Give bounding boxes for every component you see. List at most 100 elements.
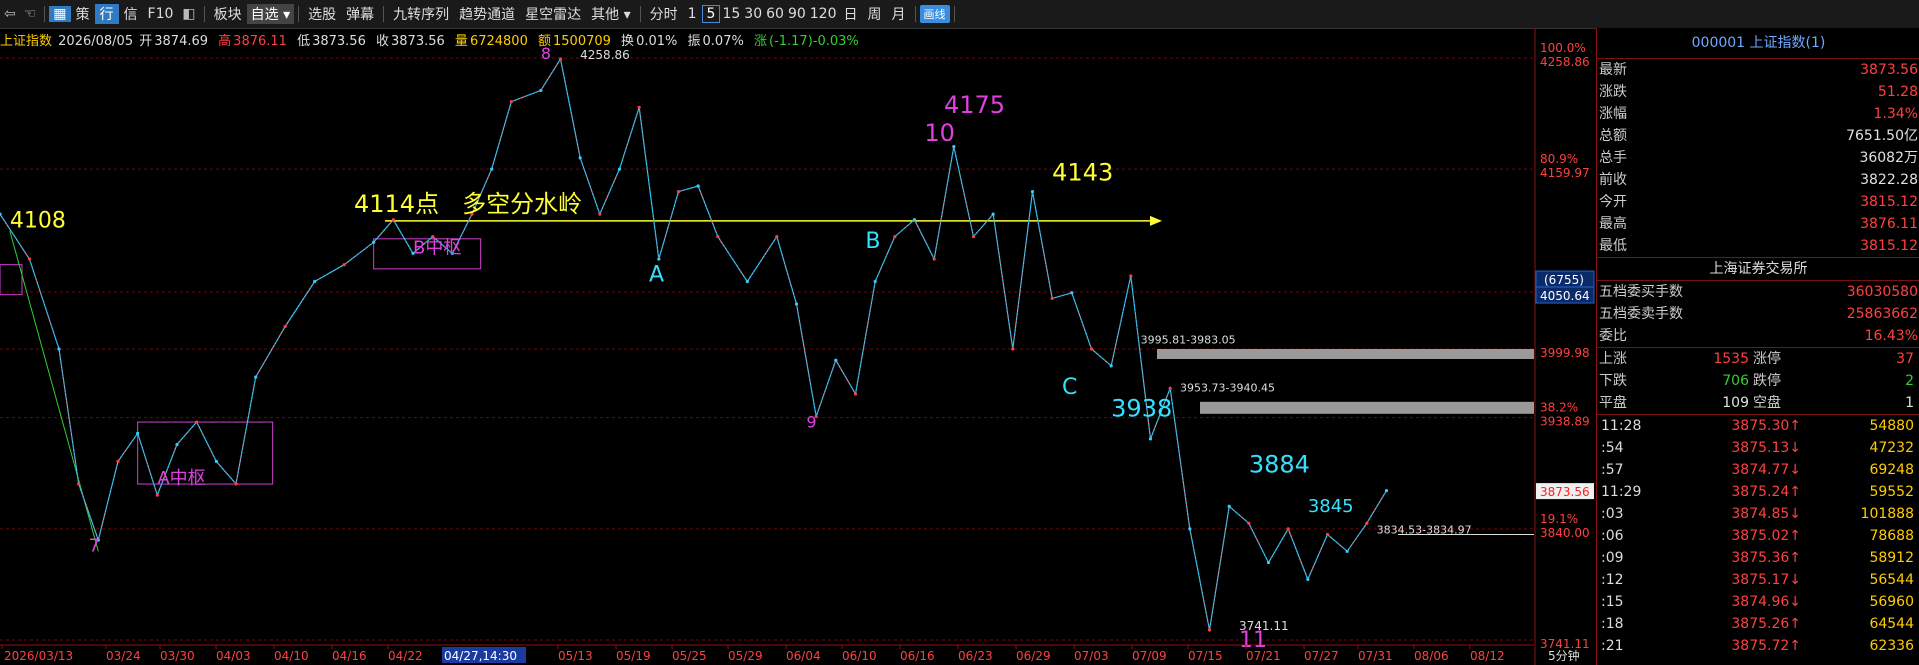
price-chart[interactable]: 4108 7 A中枢 4114点 多空分水岭B中枢 8 4258.86 A 9 B 417510 41… xyxy=(0,28,1596,665)
tick-row: :15 3874.96↓ 56960 xyxy=(1597,591,1919,613)
chart-annotations: 4108 7 A中枢 4114点 多空分水岭B中枢 8 4258.86 A 9 B 417510 41… xyxy=(10,44,1472,653)
y-tick-label: 3999.98 xyxy=(1540,346,1590,360)
breadth-row: 下跌 706 跌停 2 xyxy=(1597,370,1919,392)
hand-icon[interactable]: ☜ xyxy=(20,6,41,22)
y-pct-label: 19.1% xyxy=(1540,512,1578,526)
tb-day[interactable]: 日 xyxy=(839,4,863,24)
tb-danmaku[interactable]: 弹幕 xyxy=(341,4,379,24)
breadth-value: 1535 xyxy=(1713,351,1749,367)
tb-watchlist-select[interactable]: 自选 ▾ xyxy=(246,4,295,24)
tick-volume: 54880 xyxy=(1869,418,1914,434)
tb-period-30[interactable]: 30 xyxy=(742,6,764,22)
x-tick-label: 05/19 xyxy=(616,649,651,663)
x-tick-label: 2026/03/13 xyxy=(4,649,73,663)
tb-period-120[interactable]: 120 xyxy=(808,6,839,22)
x-tick-label: 04/03 xyxy=(216,649,251,663)
tb-week[interactable]: 周 xyxy=(863,4,887,24)
price-point xyxy=(696,184,700,188)
tick-volume: 64544 xyxy=(1869,616,1914,632)
tick-volume: 101888 xyxy=(1860,506,1914,522)
breadth-value: 1 xyxy=(1905,395,1914,411)
price-point xyxy=(893,234,897,239)
price-point xyxy=(578,156,582,160)
tb-period-15[interactable]: 15 xyxy=(720,6,742,22)
quote-value: 36082万 xyxy=(1859,150,1918,166)
tb-period-60[interactable]: 60 xyxy=(764,6,786,22)
tb-other[interactable]: 其他 ▾ xyxy=(586,4,635,24)
tick-price: 3875.30↑ xyxy=(1731,418,1801,434)
quote-value: 51.28 xyxy=(1877,84,1918,100)
breadth-row: 平盘 109 空盘 1 xyxy=(1597,392,1919,414)
panel-title[interactable]: 000001 上证指数(1) xyxy=(1597,28,1919,59)
toolbar-divider xyxy=(203,6,205,22)
tick-volume: 69248 xyxy=(1869,462,1914,478)
tb-period-5[interactable]: 5 xyxy=(701,5,721,23)
breadth-value: 706 xyxy=(1722,373,1749,389)
tb-intraday[interactable]: 分时 xyxy=(645,4,683,24)
tick-time: :18 xyxy=(1601,616,1624,632)
x-tick-label: 03/30 xyxy=(160,649,195,663)
tb-trend-channel[interactable]: 趋势通道 xyxy=(454,4,520,24)
price-point xyxy=(1286,527,1290,531)
tb-sector[interactable]: 板块 xyxy=(209,4,247,24)
market-breadth: 上涨 1535 涨停 37 下跌 706 跌停 2 平盘 109 空盘 1 xyxy=(1597,348,1919,415)
tb-nine-turn[interactable]: 九转序列 xyxy=(388,4,454,24)
price-point xyxy=(1011,347,1015,351)
price-point xyxy=(254,375,258,379)
resistance-band xyxy=(1157,348,1534,359)
x-tick-label: 08/06 xyxy=(1414,649,1449,663)
tb-period-1[interactable]: 1 xyxy=(683,6,702,22)
quote-row: 总手 36082万 xyxy=(1597,147,1919,169)
tb-quote[interactable]: 行 xyxy=(94,4,119,24)
window-icon[interactable]: ◧ xyxy=(178,6,199,22)
quote-row: 涨跌 51.28 xyxy=(1597,81,1919,103)
price-point xyxy=(1345,549,1349,553)
interval-label: 5分钟 xyxy=(1548,648,1580,663)
quote-panel: 000001 上证指数(1) 最新 3873.56 涨跌 51.28 涨幅 1.34% 总额… xyxy=(1596,28,1919,665)
toolbar-divider xyxy=(44,6,46,22)
chart-annotation: 多空分水岭 xyxy=(462,190,582,218)
x-tick-label: 08/12 xyxy=(1470,649,1505,663)
tick-time: :12 xyxy=(1601,572,1624,588)
price-point xyxy=(676,190,681,194)
draw-line-button[interactable]: 画线 xyxy=(919,5,950,23)
x-tick-label: 05/25 xyxy=(672,649,707,663)
quote-label: 总手 xyxy=(1599,150,1627,166)
chart-annotation: 4143 xyxy=(1052,158,1113,186)
breadth-label: 平盘 xyxy=(1599,395,1627,411)
tick-time: 11:28 xyxy=(1601,418,1642,434)
tb-strategy[interactable]: 策 xyxy=(71,4,95,24)
tick-time: :06 xyxy=(1601,528,1624,544)
tb-f10[interactable]: F10 xyxy=(143,6,179,22)
price-point xyxy=(57,347,61,351)
price-point xyxy=(1148,437,1153,441)
price-point xyxy=(1247,521,1251,525)
grid-icon[interactable]: ▦ xyxy=(49,6,71,22)
tb-month[interactable]: 月 xyxy=(887,4,911,24)
tb-period-90[interactable]: 90 xyxy=(786,6,808,22)
x-tick-label: 04/16 xyxy=(332,649,367,663)
tb-star-radar[interactable]: 星空雷达 xyxy=(520,4,586,24)
quote-label: 最高 xyxy=(1599,216,1627,232)
quote-row: 最新 3873.56 xyxy=(1597,59,1919,81)
x-tick-label: 07/03 xyxy=(1074,649,1109,663)
toolbar-divider xyxy=(953,6,955,22)
tb-info[interactable]: 信 xyxy=(119,4,143,24)
tick-list[interactable]: 11:28 3875.30↑ 54880:54 3875.13↓ 47232:57 387… xyxy=(1597,415,1919,657)
price-point xyxy=(116,459,120,463)
price-point xyxy=(175,442,179,447)
quote-row: 最低 3815.12 xyxy=(1597,235,1919,257)
back-icon[interactable]: ⇦ xyxy=(0,6,20,22)
price-point xyxy=(794,302,799,306)
chart-annotation: 9 xyxy=(806,413,816,432)
breadth-label: 空盘 xyxy=(1753,395,1781,411)
price-point xyxy=(1365,521,1369,525)
cursor-price-label: 4050.64 xyxy=(1540,289,1590,303)
x-tick-label: 07/21 xyxy=(1246,649,1281,663)
x-tick-label: 07/15 xyxy=(1188,649,1223,663)
price-point xyxy=(214,459,218,463)
chart-annotation: 4258.86 xyxy=(580,48,630,62)
quote-label: 今开 xyxy=(1599,194,1627,210)
tb-stock-pick[interactable]: 选股 xyxy=(303,4,341,24)
price-point xyxy=(991,212,995,216)
